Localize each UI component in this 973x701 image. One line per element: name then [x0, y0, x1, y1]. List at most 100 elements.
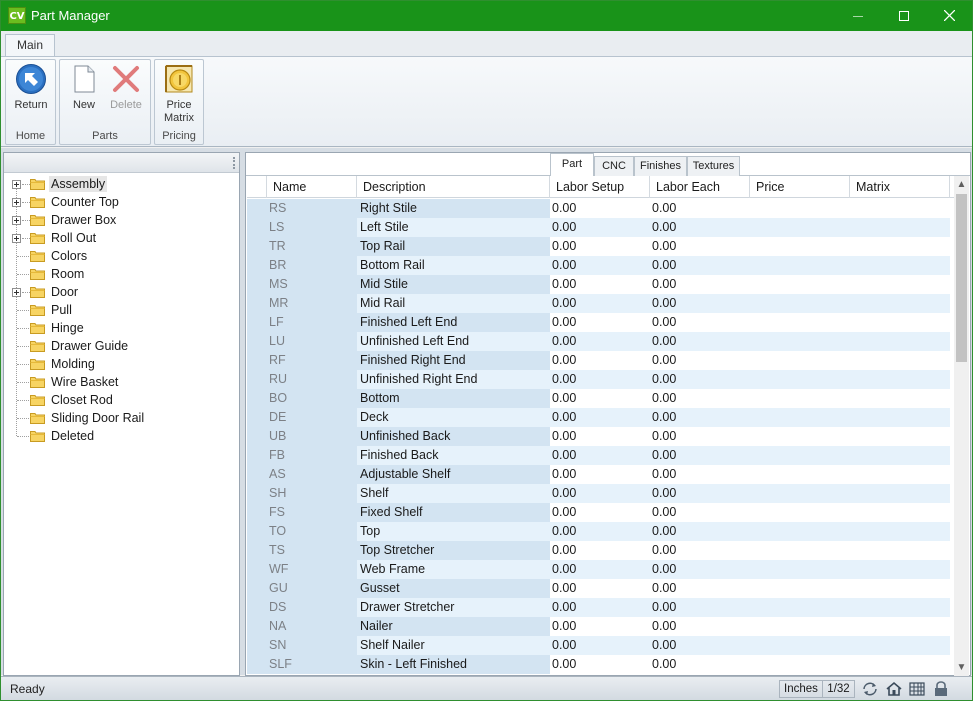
cell-price[interactable] [750, 522, 850, 541]
cell-description[interactable]: Shelf Nailer [357, 636, 550, 655]
cell-labor-setup[interactable]: 0.00 [550, 237, 650, 256]
cell-description[interactable]: Unfinished Back [357, 427, 550, 446]
cell-labor-setup[interactable]: 0.00 [550, 332, 650, 351]
table-row[interactable]: BR Bottom Rail 0.00 0.00 [247, 256, 950, 275]
cell-description[interactable]: Adjustable Shelf [357, 465, 550, 484]
row-selector[interactable] [247, 522, 267, 541]
tree-item[interactable]: Sliding Door Rail [4, 409, 239, 427]
new-button[interactable]: New [65, 63, 103, 112]
cell-matrix[interactable] [850, 522, 950, 541]
table-row[interactable]: RU Unfinished Right End 0.00 0.00 [247, 370, 950, 389]
cell-labor-each[interactable]: 0.00 [650, 332, 750, 351]
cell-matrix[interactable] [850, 446, 950, 465]
cell-description[interactable]: Shelf [357, 484, 550, 503]
cell-labor-setup[interactable]: 0.00 [550, 218, 650, 237]
row-selector[interactable] [247, 541, 267, 560]
tree-item[interactable]: Pull [4, 301, 239, 319]
column-header-matrix[interactable]: Matrix [850, 176, 950, 198]
row-selector[interactable] [247, 351, 267, 370]
tree-item[interactable]: Molding [4, 355, 239, 373]
table-row[interactable]: FS Fixed Shelf 0.00 0.00 [247, 503, 950, 522]
tab-part[interactable]: Part [550, 153, 594, 176]
cell-labor-setup[interactable]: 0.00 [550, 541, 650, 560]
table-row[interactable]: LS Left Stile 0.00 0.00 [247, 218, 950, 237]
cell-description[interactable]: Web Frame [357, 560, 550, 579]
cell-description[interactable]: Top Stretcher [357, 541, 550, 560]
table-row[interactable]: TS Top Stretcher 0.00 0.00 [247, 541, 950, 560]
delete-button[interactable]: Delete [106, 63, 146, 112]
cell-price[interactable] [750, 446, 850, 465]
cell-matrix[interactable] [850, 294, 950, 313]
cell-price[interactable] [750, 351, 850, 370]
cell-description[interactable]: Fixed Shelf [357, 503, 550, 522]
cell-name[interactable]: LU [267, 332, 357, 351]
cell-labor-each[interactable]: 0.00 [650, 484, 750, 503]
cell-description[interactable]: Deck [357, 408, 550, 427]
expand-plus-icon[interactable] [12, 198, 21, 207]
table-row[interactable]: FB Finished Back 0.00 0.00 [247, 446, 950, 465]
cell-description[interactable]: Mid Stile [357, 275, 550, 294]
cell-price[interactable] [750, 541, 850, 560]
row-selector[interactable] [247, 636, 267, 655]
cell-description[interactable]: Top [357, 522, 550, 541]
cell-matrix[interactable] [850, 199, 950, 218]
table-row[interactable]: NA Nailer 0.00 0.00 [247, 617, 950, 636]
cell-matrix[interactable] [850, 636, 950, 655]
row-selector[interactable] [247, 446, 267, 465]
cell-price[interactable] [750, 617, 850, 636]
cell-matrix[interactable] [850, 617, 950, 636]
cell-name[interactable]: RS [267, 199, 357, 218]
cell-labor-each[interactable]: 0.00 [650, 598, 750, 617]
cell-price[interactable] [750, 294, 850, 313]
cell-price[interactable] [750, 655, 850, 674]
cell-price[interactable] [750, 389, 850, 408]
tab-finishes[interactable]: Finishes [634, 156, 687, 176]
cell-labor-setup[interactable]: 0.00 [550, 370, 650, 389]
cell-name[interactable]: LF [267, 313, 357, 332]
cell-description[interactable]: Skin - Left Finished [357, 655, 550, 674]
row-selector[interactable] [247, 275, 267, 294]
cell-price[interactable] [750, 427, 850, 446]
cell-price[interactable] [750, 579, 850, 598]
table-row[interactable]: LF Finished Left End 0.00 0.00 [247, 313, 950, 332]
scroll-thumb[interactable] [956, 194, 967, 362]
cell-matrix[interactable] [850, 256, 950, 275]
row-selector[interactable] [247, 617, 267, 636]
tree-item[interactable]: Wire Basket [4, 373, 239, 391]
cell-price[interactable] [750, 237, 850, 256]
cell-name[interactable]: SH [267, 484, 357, 503]
close-button[interactable] [926, 1, 972, 31]
cell-name[interactable]: MR [267, 294, 357, 313]
cell-description[interactable]: Gusset [357, 579, 550, 598]
cell-labor-setup[interactable]: 0.00 [550, 560, 650, 579]
cell-labor-setup[interactable]: 0.00 [550, 484, 650, 503]
table-row[interactable]: TO Top 0.00 0.00 [247, 522, 950, 541]
cell-name[interactable]: FB [267, 446, 357, 465]
table-row[interactable]: AS Adjustable Shelf 0.00 0.00 [247, 465, 950, 484]
grid-vertical-scrollbar[interactable]: ▲ ▼ [954, 176, 969, 676]
row-selector[interactable] [247, 408, 267, 427]
tree-item[interactable]: Counter Top [4, 193, 239, 211]
cell-labor-setup[interactable]: 0.00 [550, 275, 650, 294]
cell-labor-each[interactable]: 0.00 [650, 446, 750, 465]
table-row[interactable]: BO Bottom 0.00 0.00 [247, 389, 950, 408]
expand-plus-icon[interactable] [12, 216, 21, 225]
cell-labor-setup[interactable]: 0.00 [550, 617, 650, 636]
cell-matrix[interactable] [850, 332, 950, 351]
cell-description[interactable]: Finished Back [357, 446, 550, 465]
cell-labor-setup[interactable]: 0.00 [550, 294, 650, 313]
cell-name[interactable]: NA [267, 617, 357, 636]
cell-price[interactable] [750, 370, 850, 389]
row-selector[interactable] [247, 199, 267, 218]
cell-labor-each[interactable]: 0.00 [650, 579, 750, 598]
cell-matrix[interactable] [850, 484, 950, 503]
cell-name[interactable]: LS [267, 218, 357, 237]
cell-description[interactable]: Unfinished Right End [357, 370, 550, 389]
expand-plus-icon[interactable] [12, 180, 21, 189]
table-row[interactable]: GU Gusset 0.00 0.00 [247, 579, 950, 598]
cell-labor-each[interactable]: 0.00 [650, 256, 750, 275]
cell-price[interactable] [750, 503, 850, 522]
table-row[interactable]: TR Top Rail 0.00 0.00 [247, 237, 950, 256]
cell-name[interactable]: BR [267, 256, 357, 275]
cell-price[interactable] [750, 256, 850, 275]
